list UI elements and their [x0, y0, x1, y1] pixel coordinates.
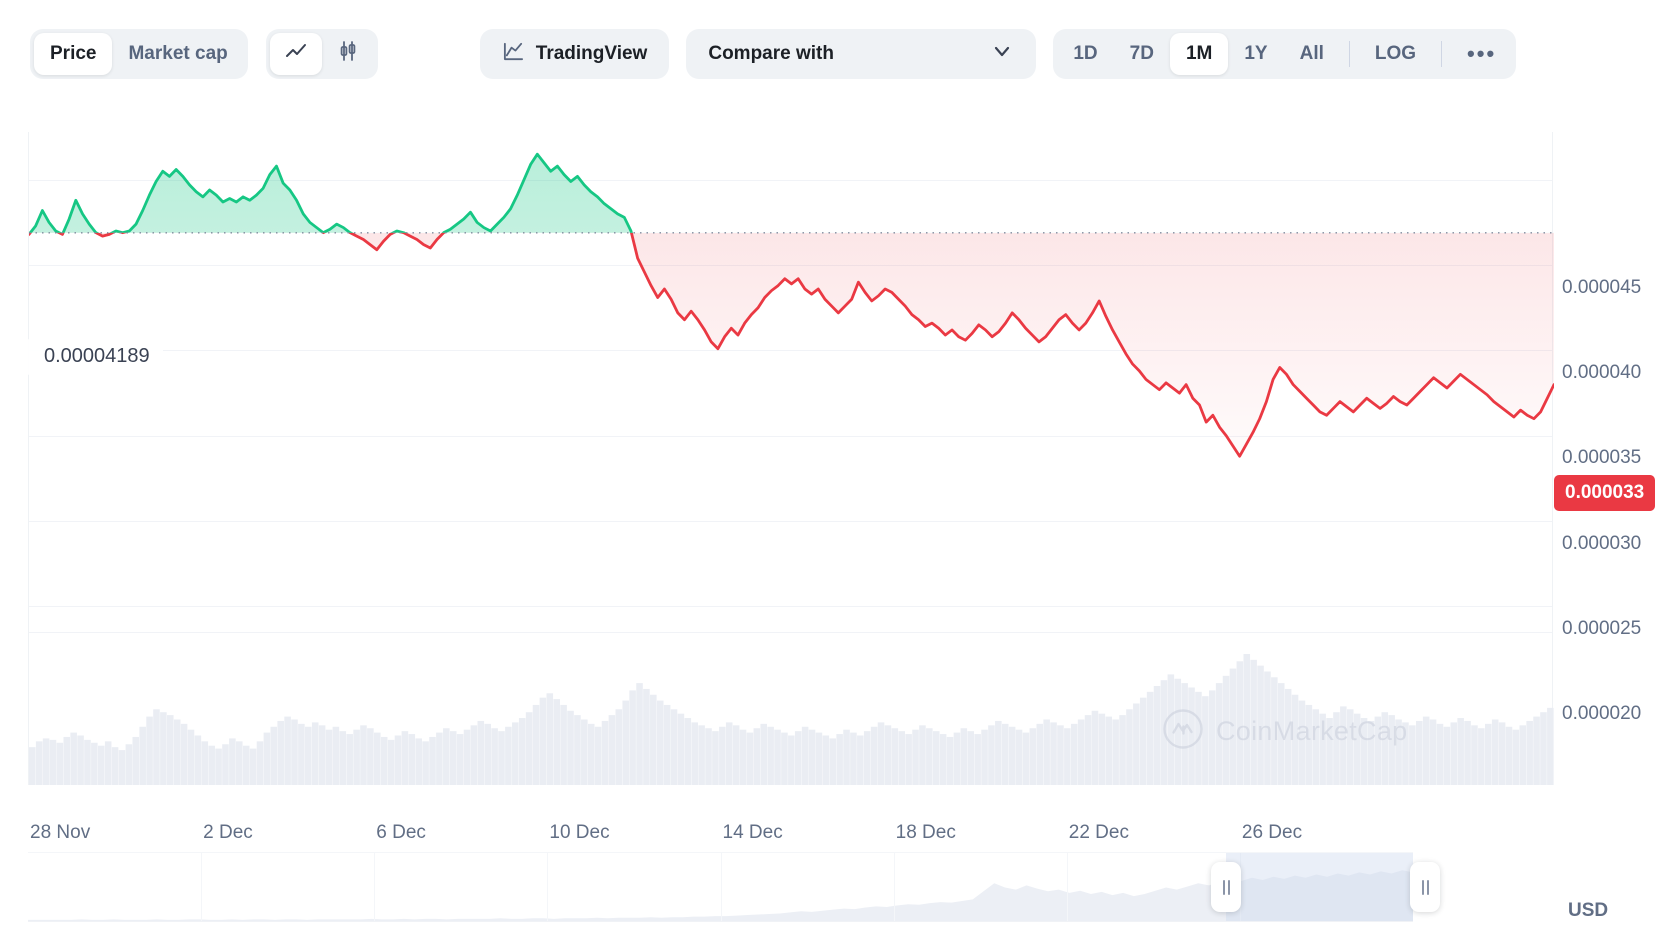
tab-price[interactable]: Price [34, 33, 113, 75]
x-axis-tick: 26 Dec [1241, 822, 1303, 843]
x-axis-tick: 6 Dec [376, 822, 426, 843]
navigator-separator [893, 853, 895, 921]
x-axis-tick: 28 Nov [30, 822, 91, 843]
reference-price-label: 0.00004189 [26, 336, 163, 377]
range-1y[interactable]: 1Y [1228, 33, 1283, 75]
grip-line [1421, 879, 1424, 895]
tradingview-label: TradingView [535, 43, 648, 64]
chart-type-toggle-group [265, 29, 378, 79]
chart-plot-area[interactable] [28, 132, 1554, 785]
candlestick-chart-button[interactable] [322, 33, 374, 75]
grip-line [1227, 879, 1230, 895]
grip-line [1222, 879, 1225, 895]
current-price-badge: 0.000033 [1554, 474, 1656, 511]
tab-market-cap[interactable]: Market cap [112, 33, 243, 75]
navigator-separator [201, 853, 203, 921]
log-scale-button[interactable]: LOG [1359, 33, 1432, 75]
candlestick-icon [336, 39, 360, 69]
navigator-separator [1066, 853, 1068, 921]
y-axis-tick: 0.000040 [1562, 362, 1642, 384]
navigator-handle-left[interactable] [1211, 862, 1242, 912]
range-navigator[interactable] [28, 852, 1440, 922]
navigator-handle-right[interactable] [1410, 862, 1440, 912]
chevron-down-icon [990, 39, 1014, 69]
chart-page: Price Market cap TradingView Compare wit… [0, 0, 1680, 944]
y-axis-tick: 0.000030 [1562, 532, 1642, 554]
y-axis-tick: 0.000045 [1562, 276, 1642, 298]
navigator-separator [720, 853, 722, 921]
navigator-selected-range[interactable] [1226, 853, 1413, 921]
tradingview-button[interactable]: TradingView [479, 29, 670, 79]
navigator-separator [374, 853, 376, 921]
currency-label: USD [1568, 900, 1609, 921]
chart-toolbar: Price Market cap TradingView Compare wit… [0, 0, 1680, 108]
price-chart-container[interactable]: 0.000045 0.000040 0.000035 0.000030 0.000025… [0, 108, 1680, 921]
range-7d[interactable]: 7D [1114, 33, 1170, 75]
line-chart-icon [284, 39, 308, 69]
y-axis-tick: 0.000020 [1562, 703, 1642, 725]
more-dots-icon: ••• [1467, 41, 1497, 66]
time-range-group: 1D 7D 1M 1Y All LOG ••• [1053, 29, 1517, 79]
range-1m[interactable]: 1M [1169, 33, 1229, 75]
x-axis-tick: 22 Dec [1068, 822, 1129, 843]
x-axis-tick: 14 Dec [722, 822, 783, 843]
compare-with-label: Compare with [708, 43, 834, 64]
more-options-button[interactable]: ••• [1451, 33, 1512, 75]
metric-toggle-group: Price Market cap [30, 29, 248, 79]
x-axis-tick: 2 Dec [203, 822, 253, 843]
grip-line [1426, 879, 1429, 895]
tradingview-icon [502, 40, 525, 69]
y-axis-tick: 0.000035 [1562, 447, 1642, 469]
price-area-series [29, 152, 1554, 785]
toolbar-divider-1 [1348, 41, 1350, 67]
y-axis-tick: 0.000025 [1562, 618, 1642, 640]
x-axis-tick: 18 Dec [895, 822, 956, 843]
range-all[interactable]: All [1284, 33, 1340, 75]
compare-with-dropdown[interactable]: Compare with [686, 29, 1037, 79]
line-chart-button[interactable] [269, 33, 322, 75]
navigator-separator [547, 853, 549, 921]
range-1d[interactable]: 1D [1057, 33, 1113, 75]
toolbar-divider-2 [1441, 41, 1443, 67]
x-axis-tick: 10 Dec [549, 822, 610, 843]
